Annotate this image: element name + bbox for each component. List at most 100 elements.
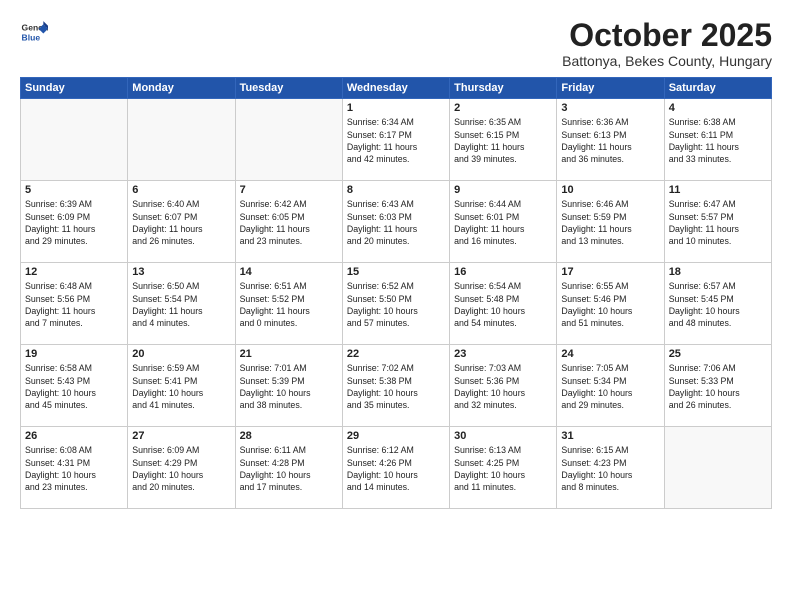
- day-cell: 4Sunrise: 6:38 AM Sunset: 6:11 PM Daylig…: [664, 99, 771, 181]
- day-cell: 10 Sunrise: 6:46 AM Sunset: 5:59 PM Dayli…: [557, 181, 664, 263]
- day-cell: 22 Sunrise: 7:02 AM Sunset: 5:38 PM Dayli…: [342, 345, 449, 427]
- day-number: 9: [454, 184, 552, 196]
- day-number: 14: [240, 266, 338, 278]
- day-number: 12: [25, 266, 123, 278]
- day-info: Sunrise: 6:36 AM Sunset: 6:13 PM Dayligh…: [561, 116, 659, 165]
- week-row-1: 1 Sunrise: 6:34 AM Sunset: 6:17 PM Daylig…: [21, 99, 772, 181]
- day-info: Sunrise: 6:09 AM Sunset: 4:29 PM Dayligh…: [132, 444, 230, 493]
- day-cell: [664, 427, 771, 509]
- day-cell: 23 Sunrise: 7:03 AM Sunset: 5:36 PM Dayli…: [450, 345, 557, 427]
- day-number: 30: [454, 430, 552, 442]
- day-info: Sunrise: 6:42 AM Sunset: 6:05 PM Dayligh…: [240, 198, 338, 247]
- day-info: Sunrise: 6:35 AM Sunset: 6:15 PM Dayligh…: [454, 116, 552, 165]
- day-cell: 15 Sunrise: 6:52 AM Sunset: 5:50 PM Dayli…: [342, 263, 449, 345]
- day-info: Sunrise: 6:58 AM Sunset: 5:43 PM Dayligh…: [25, 362, 123, 411]
- day-cell: 21 Sunrise: 7:01 AM Sunset: 5:39 PM Dayli…: [235, 345, 342, 427]
- day-number: 19: [25, 348, 123, 360]
- day-number: 8: [347, 184, 445, 196]
- day-info: Sunrise: 7:03 AM Sunset: 5:36 PM Dayligh…: [454, 362, 552, 411]
- day-number: 29: [347, 430, 445, 442]
- day-cell: 12Sunrise: 6:48 AM Sunset: 5:56 PM Dayli…: [21, 263, 128, 345]
- day-cell: 6 Sunrise: 6:40 AM Sunset: 6:07 PM Daylig…: [128, 181, 235, 263]
- day-cell: 27 Sunrise: 6:09 AM Sunset: 4:29 PM Dayli…: [128, 427, 235, 509]
- header-thursday: Thursday: [450, 78, 557, 99]
- day-number: 17: [561, 266, 659, 278]
- day-info: Sunrise: 6:59 AM Sunset: 5:41 PM Dayligh…: [132, 362, 230, 411]
- day-number: 10: [561, 184, 659, 196]
- day-info: Sunrise: 6:52 AM Sunset: 5:50 PM Dayligh…: [347, 280, 445, 329]
- day-number: 2: [454, 102, 552, 114]
- day-info: Sunrise: 7:06 AM Sunset: 5:33 PM Dayligh…: [669, 362, 767, 411]
- day-cell: [235, 99, 342, 181]
- header-saturday: Saturday: [664, 78, 771, 99]
- day-cell: 24 Sunrise: 7:05 AM Sunset: 5:34 PM Dayli…: [557, 345, 664, 427]
- day-number: 11: [669, 184, 767, 196]
- day-number: 28: [240, 430, 338, 442]
- day-cell: 16 Sunrise: 6:54 AM Sunset: 5:48 PM Dayli…: [450, 263, 557, 345]
- day-info: Sunrise: 7:05 AM Sunset: 5:34 PM Dayligh…: [561, 362, 659, 411]
- day-cell: 11 Sunrise: 6:47 AM Sunset: 5:57 PM Dayli…: [664, 181, 771, 263]
- day-number: 18: [669, 266, 767, 278]
- week-row-3: 12Sunrise: 6:48 AM Sunset: 5:56 PM Dayli…: [21, 263, 772, 345]
- day-info: Sunrise: 6:11 AM Sunset: 4:28 PM Dayligh…: [240, 444, 338, 493]
- day-cell: 26 Sunrise: 6:08 AM Sunset: 4:31 PM Dayli…: [21, 427, 128, 509]
- day-info: Sunrise: 6:47 AM Sunset: 5:57 PM Dayligh…: [669, 198, 767, 247]
- day-number: 24: [561, 348, 659, 360]
- week-row-5: 26 Sunrise: 6:08 AM Sunset: 4:31 PM Dayli…: [21, 427, 772, 509]
- day-cell: 17Sunrise: 6:55 AM Sunset: 5:46 PM Dayli…: [557, 263, 664, 345]
- day-info: Sunrise: 7:01 AM Sunset: 5:39 PM Dayligh…: [240, 362, 338, 411]
- subtitle: Battonya, Bekes County, Hungary: [562, 53, 772, 69]
- day-info: Sunrise: 6:40 AM Sunset: 6:07 PM Dayligh…: [132, 198, 230, 247]
- day-number: 22: [347, 348, 445, 360]
- day-cell: 3 Sunrise: 6:36 AM Sunset: 6:13 PM Daylig…: [557, 99, 664, 181]
- day-number: 1: [347, 102, 445, 114]
- day-info: Sunrise: 6:57 AM Sunset: 5:45 PM Dayligh…: [669, 280, 767, 329]
- title-block: October 2025 Battonya, Bekes County, Hun…: [562, 18, 772, 69]
- day-info: Sunrise: 6:39 AM Sunset: 6:09 PM Dayligh…: [25, 198, 123, 247]
- day-info: Sunrise: 6:08 AM Sunset: 4:31 PM Dayligh…: [25, 444, 123, 493]
- logo: General Blue: [20, 18, 48, 46]
- month-title: October 2025: [562, 18, 772, 53]
- header: General Blue October 2025 Battonya, Beke…: [20, 18, 772, 69]
- day-number: 15: [347, 266, 445, 278]
- day-number: 3: [561, 102, 659, 114]
- day-number: 13: [132, 266, 230, 278]
- day-number: 31: [561, 430, 659, 442]
- day-number: 26: [25, 430, 123, 442]
- day-cell: [128, 99, 235, 181]
- calendar-table: Sunday Monday Tuesday Wednesday Thursday…: [20, 77, 772, 509]
- day-cell: 9 Sunrise: 6:44 AM Sunset: 6:01 PM Daylig…: [450, 181, 557, 263]
- day-info: Sunrise: 6:46 AM Sunset: 5:59 PM Dayligh…: [561, 198, 659, 247]
- day-cell: 31Sunrise: 6:15 AM Sunset: 4:23 PM Dayli…: [557, 427, 664, 509]
- day-cell: 13Sunrise: 6:50 AM Sunset: 5:54 PM Dayli…: [128, 263, 235, 345]
- header-tuesday: Tuesday: [235, 78, 342, 99]
- day-cell: 14 Sunrise: 6:51 AM Sunset: 5:52 PM Dayli…: [235, 263, 342, 345]
- day-info: Sunrise: 6:12 AM Sunset: 4:26 PM Dayligh…: [347, 444, 445, 493]
- day-number: 27: [132, 430, 230, 442]
- day-cell: 2 Sunrise: 6:35 AM Sunset: 6:15 PM Daylig…: [450, 99, 557, 181]
- day-number: 20: [132, 348, 230, 360]
- day-cell: 8 Sunrise: 6:43 AM Sunset: 6:03 PM Daylig…: [342, 181, 449, 263]
- day-info: Sunrise: 7:02 AM Sunset: 5:38 PM Dayligh…: [347, 362, 445, 411]
- day-info: Sunrise: 6:34 AM Sunset: 6:17 PM Dayligh…: [347, 116, 445, 165]
- day-info: Sunrise: 6:43 AM Sunset: 6:03 PM Dayligh…: [347, 198, 445, 247]
- day-number: 16: [454, 266, 552, 278]
- day-number: 4: [669, 102, 767, 114]
- day-info: Sunrise: 6:44 AM Sunset: 6:01 PM Dayligh…: [454, 198, 552, 247]
- day-info: Sunrise: 6:54 AM Sunset: 5:48 PM Dayligh…: [454, 280, 552, 329]
- week-row-4: 19 Sunrise: 6:58 AM Sunset: 5:43 PM Dayli…: [21, 345, 772, 427]
- day-number: 7: [240, 184, 338, 196]
- svg-text:Blue: Blue: [22, 33, 41, 43]
- day-cell: 18 Sunrise: 6:57 AM Sunset: 5:45 PM Dayli…: [664, 263, 771, 345]
- header-monday: Monday: [128, 78, 235, 99]
- header-sunday: Sunday: [21, 78, 128, 99]
- day-cell: 29 Sunrise: 6:12 AM Sunset: 4:26 PM Dayli…: [342, 427, 449, 509]
- day-number: 21: [240, 348, 338, 360]
- day-number: 6: [132, 184, 230, 196]
- day-cell: 30Sunrise: 6:13 AM Sunset: 4:25 PM Dayli…: [450, 427, 557, 509]
- logo-icon: General Blue: [20, 18, 48, 46]
- day-number: 25: [669, 348, 767, 360]
- day-info: Sunrise: 6:51 AM Sunset: 5:52 PM Dayligh…: [240, 280, 338, 329]
- day-number: 23: [454, 348, 552, 360]
- day-cell: 25 Sunrise: 7:06 AM Sunset: 5:33 PM Dayli…: [664, 345, 771, 427]
